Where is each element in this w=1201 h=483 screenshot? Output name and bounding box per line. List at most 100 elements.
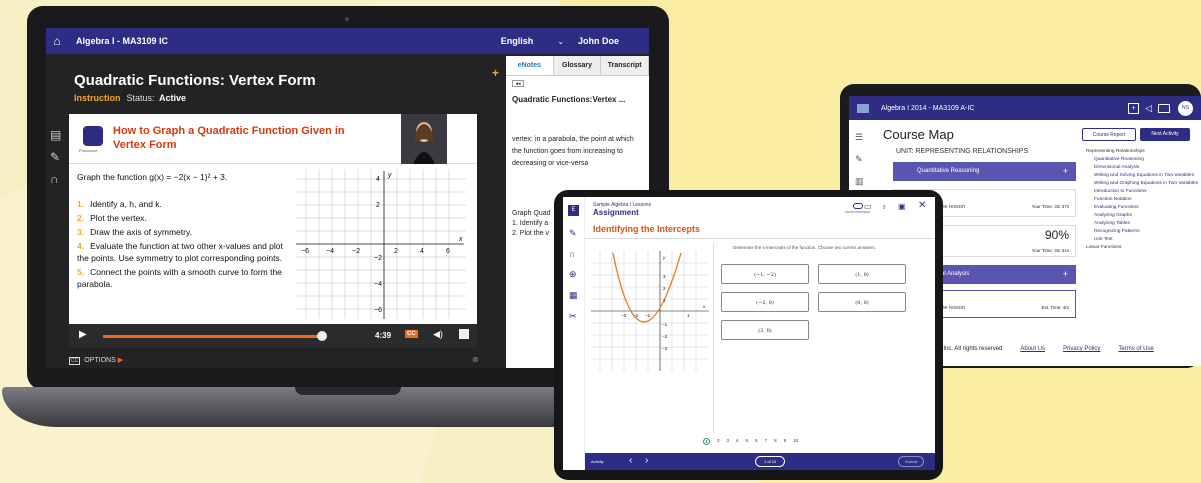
step-item: 2. Plot the vertex. [77, 212, 287, 224]
lesson-name: al Analysis [941, 271, 970, 277]
book-icon[interactable] [857, 103, 869, 113]
hint-icon[interactable]: ♁ [881, 202, 887, 211]
answer-option[interactable]: (1, 0) [818, 264, 906, 284]
step-number: 2. [77, 213, 85, 223]
answer-option[interactable]: (3, 0) [721, 320, 809, 340]
globe-icon[interactable]: ⊕ [569, 269, 584, 280]
list-item[interactable]: Function Notation [1086, 196, 1201, 204]
plus-icon[interactable]: + [1128, 102, 1140, 114]
expand-icon[interactable]: + [1063, 162, 1068, 181]
course-report-button[interactable]: Course Report [1082, 128, 1136, 141]
page-number[interactable]: 3 [727, 438, 730, 445]
page-number[interactable]: 8 [774, 438, 777, 445]
svg-text:−1: −1 [662, 322, 668, 327]
avatar[interactable]: NS [1178, 100, 1193, 116]
progress-handle[interactable] [317, 331, 327, 341]
tab-transcript[interactable]: Transcript [601, 56, 649, 75]
page-number[interactable]: 10 [793, 438, 798, 445]
laptop-notch [295, 387, 401, 395]
list-item[interactable]: Linear Functions [1086, 244, 1201, 252]
page-title: Course Map [883, 127, 954, 142]
instruction-label: Instruction Status: Active [74, 93, 186, 103]
headphones-icon[interactable]: ∩ [50, 168, 64, 190]
side-toolbar: ☰ ✎ ▥ [855, 126, 864, 192]
next-arrow-icon[interactable]: › [645, 455, 648, 466]
expand-icon[interactable]: + [1063, 265, 1068, 284]
audio-icon[interactable]: ∩ [569, 249, 584, 259]
options-bar[interactable]: CC OPTIONS ▶ [69, 356, 123, 365]
submit-button[interactable]: Submit [898, 456, 925, 467]
svg-text:y: y [387, 172, 392, 179]
fullscreen-icon[interactable] [459, 329, 469, 339]
edit-icon[interactable]: ✎ [855, 148, 864, 170]
page-number[interactable]: 6 [755, 438, 758, 445]
list-item[interactable]: Unit Test [1086, 236, 1201, 244]
prev-arrow-icon[interactable]: ‹ [629, 455, 632, 466]
close-icon[interactable]: ✕ [918, 200, 926, 211]
list-item[interactable]: Analyzing Tables [1086, 220, 1201, 228]
page-number[interactable]: 1 [703, 438, 710, 445]
chevron-down-icon[interactable]: ⌄ [557, 37, 564, 46]
svg-text:−2: −2 [352, 248, 360, 255]
mail-icon[interactable] [1158, 103, 1170, 113]
panel-icon[interactable]: ▣ [898, 202, 906, 211]
captions-icon[interactable]: CC [405, 330, 418, 338]
calculator-icon[interactable]: ▦ [569, 290, 584, 301]
announcement-icon[interactable]: ◁ [1145, 103, 1152, 114]
list-item[interactable]: Recognizing Patterns [1086, 228, 1201, 236]
terms-link[interactable]: Terms of Use [1118, 346, 1153, 352]
course-report-label: Course Report [1092, 132, 1126, 138]
user-name[interactable]: John Doe [578, 36, 619, 46]
list-item[interactable]: Writing and Solving Equations in Two Var… [1086, 172, 1201, 180]
lesson-name: Quantitative Reasoning [917, 168, 980, 174]
list-item[interactable]: Evaluating Functions [1086, 204, 1201, 212]
play-icon[interactable]: ▶ [79, 329, 87, 340]
comment-icon[interactable]: ▭ [864, 202, 872, 211]
list-item[interactable]: Representing Relationships [1086, 148, 1201, 156]
answer-option[interactable]: (0, 0) [818, 292, 906, 312]
page-number[interactable]: 2 [717, 438, 720, 445]
progress-bar[interactable] [103, 335, 319, 338]
next-activity-button[interactable]: Next Activity [1140, 128, 1190, 141]
course-name: Algebra I - MA3109 IC [76, 36, 169, 46]
add-icon[interactable]: + [492, 66, 499, 80]
page-indicator[interactable]: 1 of 10 [755, 456, 786, 467]
step-item: 3. Draw the axis of symmetry. [77, 226, 287, 238]
close-icon[interactable]: ⊗ [472, 355, 479, 364]
pencil-icon[interactable]: ✎ [50, 146, 64, 168]
menu-icon[interactable]: ☰ [855, 126, 864, 148]
privacy-link[interactable]: Privacy Policy [1063, 346, 1100, 352]
answer-option[interactable]: (−1, −2) [721, 264, 809, 284]
home-icon[interactable]: ⌂ [46, 34, 68, 48]
language-select[interactable]: English [501, 36, 534, 46]
svg-text:1: 1 [687, 313, 690, 318]
svg-text:−2: −2 [633, 313, 639, 318]
list-item[interactable]: Analyzing Graphs [1086, 212, 1201, 220]
course-name: Algebra I 2014 - MA3109 A-IC [881, 104, 975, 112]
volume-icon[interactable]: ◀) [433, 329, 443, 340]
status-value: Active [159, 93, 187, 103]
step-item: 5. Connect the points with a smooth curve… [77, 266, 287, 290]
list-item[interactable]: Quantitative Reasoning [1086, 156, 1201, 164]
answer-option[interactable]: (−2, 0) [721, 292, 809, 312]
procedure-logo [83, 126, 103, 146]
about-link[interactable]: About Us [1020, 346, 1045, 352]
step-text: Connect the points with a smooth curve t… [77, 267, 282, 289]
time-display: 4:39 [375, 331, 392, 340]
list-item[interactable]: Introduction to Functions [1086, 188, 1201, 196]
list-item[interactable]: Writing and Graphing Equations in Two Va… [1086, 180, 1201, 188]
pencil-icon[interactable]: ✎ [569, 228, 584, 239]
lesson-band[interactable]: Quantitative Reasoning + [893, 162, 1076, 181]
page-number[interactable]: 7 [765, 438, 768, 445]
video-frame: Procedure How to Graph a Quadratic Funct… [69, 114, 477, 324]
page-number[interactable]: 5 [746, 438, 749, 445]
page-number[interactable]: 4 [736, 438, 739, 445]
tab-enotes[interactable]: eNotes [506, 56, 554, 75]
tools-icon[interactable]: ✂ [569, 311, 584, 322]
list-item[interactable]: Dimensional Analysis [1086, 164, 1201, 172]
collapse-icon[interactable]: ◂◂ [512, 80, 524, 87]
notes-icon[interactable]: ▤ [50, 124, 64, 146]
page-number[interactable]: 9 [784, 438, 787, 445]
chart-icon[interactable]: ▥ [855, 170, 864, 192]
tab-glossary[interactable]: Glossary [553, 56, 602, 75]
